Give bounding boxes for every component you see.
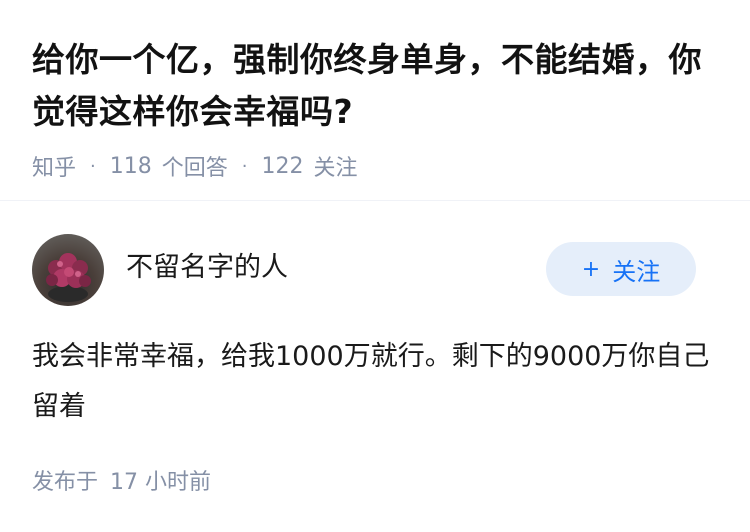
section-divider	[0, 200, 750, 201]
question-header: 给你一个亿，强制你终身单身，不能结婚，你觉得这样你会幸福吗? 知乎 · 118 …	[32, 34, 722, 182]
question-meta: 知乎 · 118 个回答 · 122 关注	[32, 150, 722, 182]
answer-footer: 发布于 17 小时前	[32, 464, 211, 496]
plus-icon: +	[581, 256, 601, 282]
answer-content[interactable]: 我会非常幸福，给我1000万就行。剩下的9000万你自己留着	[32, 332, 722, 432]
published-time: 17 小时前	[110, 470, 212, 495]
dot-separator-icon: ·	[90, 155, 96, 177]
dot-separator-icon: ·	[241, 155, 248, 177]
answer-count-label[interactable]: 个回答	[162, 150, 228, 182]
follow-button[interactable]: + 关注	[546, 242, 696, 296]
flower-avatar-icon	[46, 253, 91, 302]
follower-count-label[interactable]: 关注	[314, 150, 358, 182]
published-label: 发布于	[32, 470, 99, 495]
source-label[interactable]: 知乎	[32, 150, 76, 182]
follower-count: 122	[261, 153, 304, 179]
author-name[interactable]: 不留名字的人	[126, 245, 288, 284]
author-row: 不留名字的人 + 关注	[32, 234, 718, 306]
answer-count: 118	[109, 153, 152, 179]
follow-button-label: 关注	[612, 257, 661, 286]
avatar[interactable]	[32, 234, 104, 306]
question-title[interactable]: 给你一个亿，强制你终身单身，不能结婚，你觉得这样你会幸福吗?	[32, 34, 722, 138]
